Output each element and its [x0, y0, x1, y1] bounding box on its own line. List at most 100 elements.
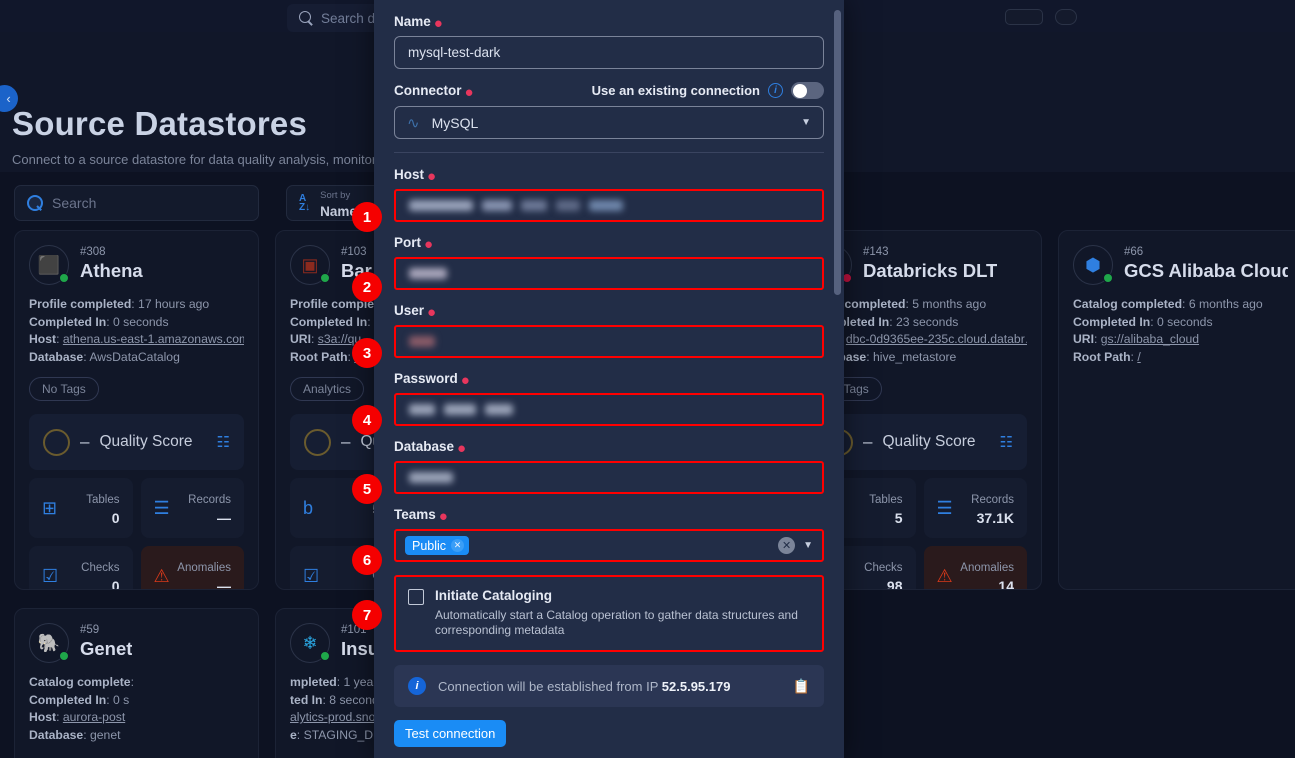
teams-select[interactable]: Public ✕ ✕ ▼ [394, 529, 824, 562]
user-input[interactable] [394, 325, 824, 358]
team-chip[interactable]: Public ✕ [405, 536, 469, 555]
initiate-cataloging-section[interactable]: Initiate Cataloging Automatically start … [394, 575, 824, 652]
initiate-cataloging-checkbox[interactable] [408, 589, 424, 605]
mysql-dolphin-icon: ∿ [407, 114, 420, 132]
field-connector: Connector ● Use an existing connection i … [394, 82, 824, 139]
topbar-avatar-icon[interactable] [1055, 9, 1077, 25]
connector-label: Connector ● [394, 83, 474, 98]
redacted-value [409, 268, 447, 279]
card-meta-link[interactable]: aurora-post [63, 710, 125, 724]
team-chip-label: Public [412, 539, 446, 553]
card-stat: ☑ Checks 0 [29, 546, 133, 590]
card-stat: ⚠ Anomalies 14 [924, 546, 1028, 590]
test-connection-button[interactable]: Test connection [394, 720, 506, 747]
card-stat: ☰ Records 37.1K [924, 478, 1028, 538]
use-existing-connection[interactable]: Use an existing connection i [592, 82, 824, 99]
clear-all-icon[interactable]: ✕ [778, 537, 795, 554]
annotation-badge: 2 [352, 272, 382, 302]
database-label: Database ● [394, 439, 824, 454]
card-stat: ⚠ Anomalies — [141, 546, 245, 590]
close-icon[interactable]: ✕ [451, 539, 464, 552]
modal-scrollbar[interactable] [834, 0, 841, 758]
card-meta-value: 5 months ago [912, 297, 986, 311]
card-meta: Catalog completed: 6 months ago Completed… [1073, 296, 1288, 366]
card-tag[interactable]: Analytics [290, 377, 364, 401]
name-input[interactable]: mysql-test-dark [394, 36, 824, 69]
card-stat-value: — [188, 510, 231, 526]
search-placeholder: Search [52, 195, 96, 211]
card-meta-value: 0 seconds [1157, 315, 1213, 329]
toggle-knob [793, 84, 807, 98]
password-input[interactable] [394, 393, 824, 426]
card-meta-value: hive_metastore [873, 350, 956, 364]
annotation-badge: 6 [352, 545, 382, 575]
card-meta-row: Completed In: 0 seconds [1073, 314, 1288, 332]
card-title: Genet [80, 638, 132, 660]
hierarchy-icon[interactable]: ☷ [217, 433, 230, 451]
card-meta-label: ted In [290, 693, 323, 707]
use-existing-connection-toggle[interactable] [791, 82, 824, 99]
annotation-badge: 7 [352, 600, 382, 630]
quality-score-value: – [341, 432, 350, 452]
required-marker: ● [424, 236, 433, 253]
search-input[interactable]: Search [14, 185, 259, 221]
records-icon: ☰ [937, 498, 953, 519]
datastore-card[interactable]: ⬛ #308 Athena Profile completed: 17 hour… [14, 230, 259, 590]
field-password: Password ● [394, 371, 824, 426]
datastore-card[interactable]: 🐘 #59 Genet Catalog complete: Completed … [14, 608, 259, 758]
redacted-value [409, 472, 453, 483]
annotation-badge: 3 [352, 338, 382, 368]
modal-divider [394, 152, 824, 153]
card-meta-link[interactable]: / [1137, 350, 1140, 364]
datastore-avatar: ❄ [290, 623, 330, 663]
connector-type-icon: ⬛ [38, 256, 60, 274]
connection-ip-address: 52.5.95.179 [662, 679, 731, 694]
card-stat: ☰ Records — [141, 478, 245, 538]
app-root: Search datastores ‹ Source Datastores Co… [0, 0, 1295, 758]
database-input[interactable] [394, 461, 824, 494]
card-meta-row: Completed In: 23 seconds [812, 314, 1027, 332]
card-id: #59 [80, 624, 132, 636]
card-header: ◰ #143 Databricks DLT [812, 245, 1027, 285]
quality-score-panel[interactable]: – Quality Score ☷ [812, 414, 1027, 470]
required-marker: ● [465, 84, 474, 101]
hierarchy-icon[interactable]: ☷ [1000, 433, 1013, 451]
card-meta-row: Database: AwsDataCatalog [29, 349, 244, 367]
card-stat-label: Records [188, 494, 231, 506]
card-meta: Profile completed: 17 hours ago Completed… [29, 296, 244, 366]
required-marker: ● [457, 440, 466, 457]
card-header: ⬢ #66 GCS Alibaba Cloud [1073, 245, 1288, 285]
chevron-down-icon[interactable]: ▼ [803, 540, 813, 551]
card-stat-label: Anomalies [960, 562, 1014, 574]
card-meta-row: Host: athena.us-east-1.amazonaws.com [29, 331, 244, 349]
topbar-pill-icon[interactable] [1005, 9, 1043, 25]
connector-select[interactable]: ∿ MySQL ▼ [394, 106, 824, 139]
copy-icon[interactable]: 📋 [793, 678, 810, 695]
card-meta-label: URI [290, 332, 311, 346]
file-icon: ὜b [303, 498, 313, 519]
port-input[interactable] [394, 257, 824, 290]
card-stat-value: 5 [869, 510, 902, 526]
card-meta-link[interactable]: dbc-0d9365ee-235c.cloud.databr… [846, 332, 1027, 346]
card-meta-link[interactable]: gs://alibaba_cloud [1101, 332, 1199, 346]
datastore-card[interactable]: ⬢ #66 GCS Alibaba Cloud Catalog complete… [1058, 230, 1295, 590]
datastore-avatar: ⬛ [29, 245, 69, 285]
card-stat-value: 14 [960, 578, 1014, 590]
field-database: Database ● [394, 439, 824, 494]
card-tag[interactable]: No Tags [29, 377, 99, 401]
card-stat-label: Tables [86, 494, 119, 506]
info-icon[interactable]: i [768, 83, 783, 98]
card-meta-value: 0 s [113, 693, 129, 707]
field-user: User ● [394, 303, 824, 358]
redacted-value [409, 336, 435, 347]
host-input[interactable] [394, 189, 824, 222]
card-stat-value: 37.1K [971, 510, 1014, 526]
quality-score-panel[interactable]: – Quality Score ☷ [29, 414, 244, 470]
card-id: #308 [80, 246, 143, 258]
connection-ip-text: Connection will be established from IP 5… [438, 679, 781, 694]
card-meta-label: Host [29, 332, 56, 346]
modal-scrollbar-thumb[interactable] [834, 10, 841, 295]
card-meta-link[interactable]: athena.us-east-1.amazonaws.com [63, 332, 244, 346]
records-icon: ☰ [154, 498, 170, 519]
user-label: User ● [394, 303, 824, 318]
